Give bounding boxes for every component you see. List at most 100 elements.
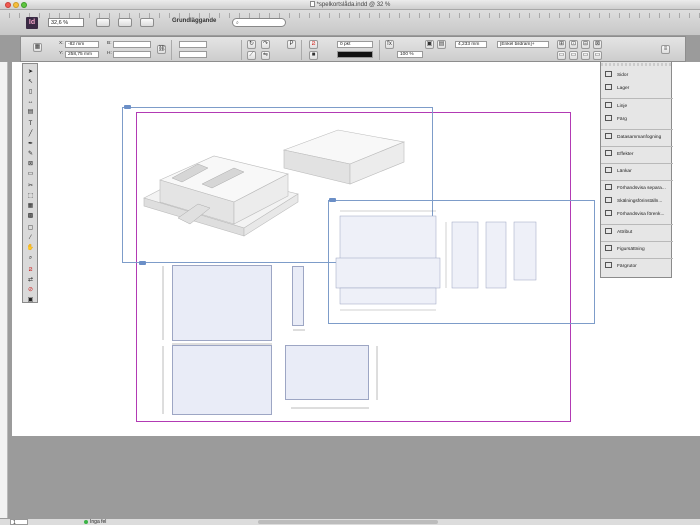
stroke-swatch-icon[interactable]: ■: [309, 51, 318, 60]
measure-field[interactable]: 4,233 mm: [455, 41, 487, 48]
width-label: B:: [107, 41, 112, 46]
window-title: *spelkortslåda.indd @ 32 %: [316, 2, 391, 8]
preflight-status-text[interactable]: Inga fel: [90, 519, 106, 525]
apply-none-icon[interactable]: ⊘: [25, 286, 36, 295]
scissors-tool-icon[interactable]: ✂: [25, 182, 36, 191]
panel-item-separations[interactable]: Förhandsvisa separa...: [603, 182, 671, 195]
fit-content-icon[interactable]: ⊡: [569, 40, 578, 49]
workspace-switcher[interactable]: Grundläggande: [172, 18, 216, 24]
panel-item-lankar[interactable]: Länkar: [603, 165, 671, 178]
rectangle-tool-icon[interactable]: ▭: [25, 170, 36, 179]
color-icon: [605, 115, 612, 121]
pen-tool-icon[interactable]: ✒: [25, 140, 36, 149]
direct-selection-tool-icon[interactable]: ↖: [25, 78, 36, 87]
panel-item-effekter[interactable]: Effekter: [603, 148, 671, 161]
gradient-feather-tool-icon[interactable]: ▩: [25, 212, 36, 221]
fx-icon[interactable]: fx: [385, 40, 394, 49]
y-label: Y:: [59, 51, 64, 56]
flattener-icon: [605, 197, 612, 203]
panel-item-flattener-presets[interactable]: Skälningsförinställn...: [603, 195, 671, 208]
wrap-icon[interactable]: ▣: [425, 40, 434, 49]
fitting-icon[interactable]: ⊞: [557, 40, 566, 49]
panel-item-lager[interactable]: Lager: [603, 82, 671, 95]
free-transform-tool-icon[interactable]: ⬚: [25, 192, 36, 201]
dimension-lines: [162, 266, 378, 414]
attributes-icon: [605, 228, 612, 234]
panel-item-datasammanfogning[interactable]: Datasammanfogning: [603, 131, 671, 144]
rotate-icon[interactable]: ↻: [247, 40, 256, 49]
note-tool-icon[interactable]: ▢: [25, 224, 36, 233]
panel-item-fargrutor[interactable]: Färgrutor: [603, 260, 671, 273]
stroke-weight-field[interactable]: 0 pkt: [337, 41, 373, 48]
reference-point-icon[interactable]: ▦: [33, 43, 42, 52]
distribute-icon[interactable]: ▭: [593, 51, 602, 60]
gradient-tool-icon[interactable]: ▦: [25, 202, 36, 211]
page-number-field[interactable]: 1: [10, 519, 28, 525]
zoom-tool-icon[interactable]: ⌕: [25, 254, 36, 263]
height-label: H:: [107, 51, 112, 56]
selection-tool-icon[interactable]: ➤: [25, 68, 36, 77]
flip-icon[interactable]: P: [287, 40, 296, 49]
panel-item-linje[interactable]: Linje: [603, 100, 671, 113]
preflight-status-icon: [84, 520, 88, 524]
rectangle-frame-tool-icon[interactable]: ⊠: [25, 160, 36, 169]
search-input[interactable]: ⌕: [232, 18, 286, 27]
links-icon: [605, 167, 612, 173]
data-merge-icon: [605, 133, 612, 139]
frame-link-icon[interactable]: [329, 198, 336, 202]
align-center-icon[interactable]: ▭: [569, 51, 578, 60]
swap-colors-icon[interactable]: ⇄: [25, 276, 36, 285]
view-mode-icon[interactable]: ▣: [25, 296, 36, 305]
tools-panel: ➤ ↖ ▯ ↔ ▤ T ╱ ✒ ✎ ⊠ ▭ ✂ ⬚ ▦ ▩ ▢ ⁄ ✋ ⌕ ⧄ …: [22, 63, 38, 303]
panel-item-figursattning[interactable]: Figursättning: [603, 243, 671, 256]
panel-item-farg[interactable]: Färg: [603, 113, 671, 126]
scale-x-field[interactable]: [179, 41, 207, 48]
fill-swatch-icon[interactable]: ⧄: [309, 40, 318, 49]
align-right-icon[interactable]: ▭: [581, 51, 590, 60]
gap-tool-icon[interactable]: ↔: [25, 98, 36, 107]
scale-y-field[interactable]: [179, 51, 207, 58]
frame-link-icon[interactable]: [139, 261, 146, 265]
eyedropper-tool-icon[interactable]: ⁄: [25, 234, 36, 243]
panel-dock: Sidor Lager Linje Färg Datasammanfogning…: [600, 61, 673, 278]
flip-horizontal-icon[interactable]: ⇋: [261, 51, 270, 60]
view-options-button[interactable]: [96, 18, 110, 27]
flattener-preview-icon: [605, 210, 612, 216]
fill-frame-icon[interactable]: ⊟: [581, 40, 590, 49]
panel-item-flattener-preview[interactable]: Förhandsvisa förenk...: [603, 208, 671, 221]
screen-mode-button[interactable]: [118, 18, 132, 27]
layers-icon: [605, 84, 612, 90]
rotate-cw-icon[interactable]: ↷: [261, 40, 270, 49]
opacity-field[interactable]: 100 %: [397, 51, 423, 58]
panel-item-attribut[interactable]: Attribut: [603, 226, 671, 239]
x-position-field[interactable]: -82 mm: [65, 41, 99, 48]
stroke-type-select[interactable]: [337, 51, 373, 58]
constrain-proportions-icon[interactable]: ⛓: [157, 45, 166, 54]
wrap-around-icon[interactable]: ▤: [437, 40, 446, 49]
effects-icon: [605, 150, 612, 156]
height-field[interactable]: [113, 51, 151, 58]
horizontal-scrollbar[interactable]: [258, 520, 438, 524]
pencil-tool-icon[interactable]: ✎: [25, 150, 36, 159]
zoom-level-field[interactable]: 32,6 %: [48, 18, 84, 27]
object-style-select[interactable]: [Enkel bildram]+: [497, 41, 549, 48]
arrange-documents-button[interactable]: [140, 18, 154, 27]
frame-link-icon[interactable]: [124, 105, 131, 109]
separations-icon: [605, 184, 612, 190]
type-tool-icon[interactable]: T: [25, 120, 36, 129]
content-collector-tool-icon[interactable]: ▤: [25, 108, 36, 117]
vertical-ruler: [0, 62, 8, 518]
document-icon: [309, 1, 315, 7]
panel-menu-icon[interactable]: ≡: [661, 45, 670, 54]
line-tool-icon[interactable]: ╱: [25, 130, 36, 139]
page-tool-icon[interactable]: ▯: [25, 88, 36, 97]
shear-icon[interactable]: ⟋: [247, 51, 256, 60]
pasteboard[interactable]: [12, 436, 700, 518]
width-field[interactable]: [113, 41, 151, 48]
align-left-icon[interactable]: ▭: [557, 51, 566, 60]
fill-stroke-icon[interactable]: ⧄: [25, 266, 36, 275]
center-content-icon[interactable]: ⊠: [593, 40, 602, 49]
hand-tool-icon[interactable]: ✋: [25, 244, 36, 253]
y-position-field[interactable]: 258,75 mm: [65, 51, 99, 58]
panel-item-sidor[interactable]: Sidor: [603, 69, 671, 82]
